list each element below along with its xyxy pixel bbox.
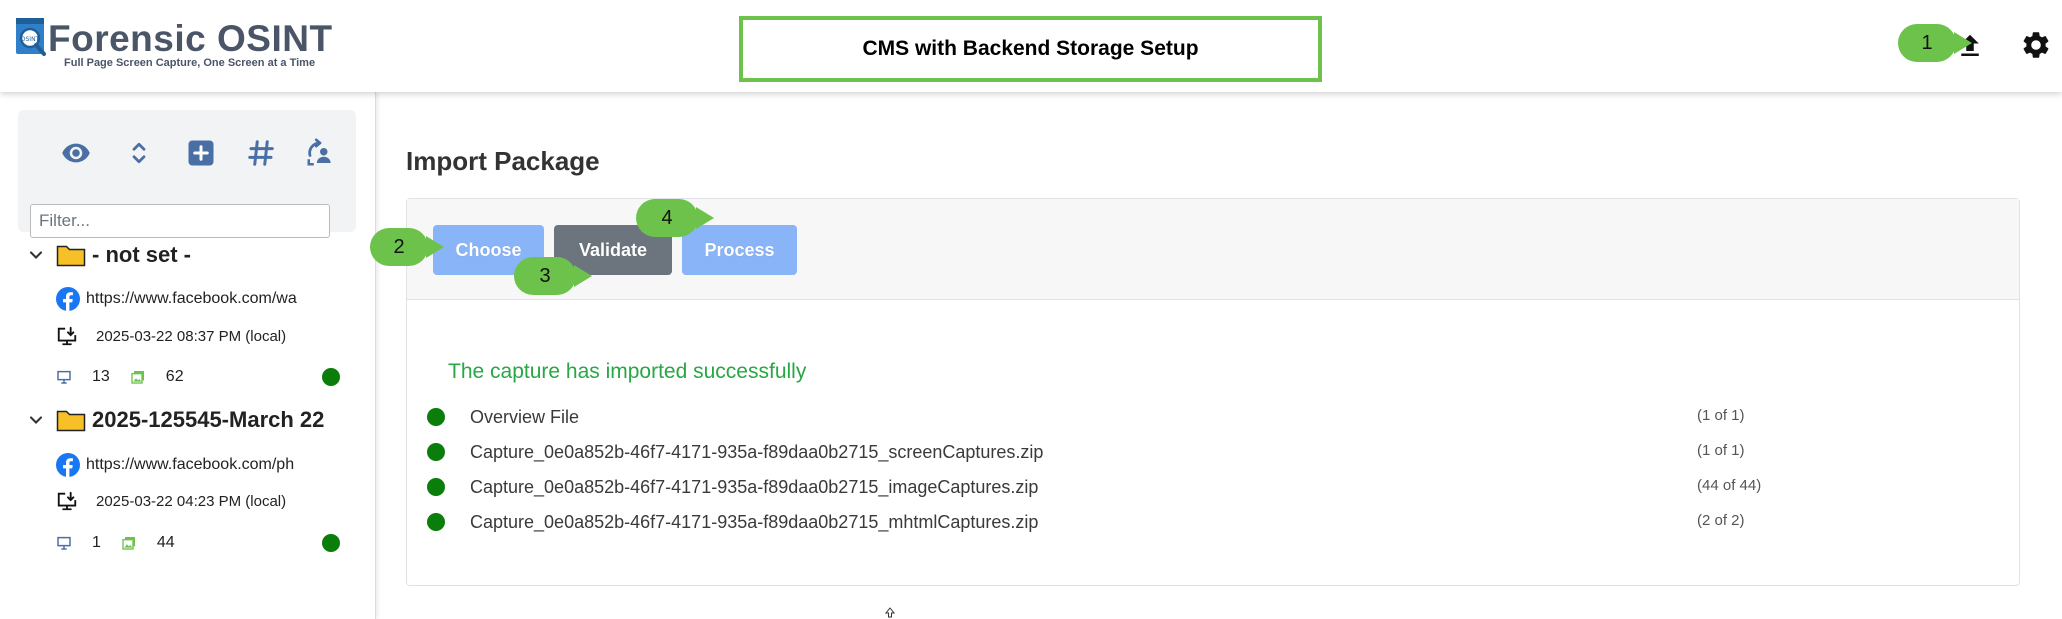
facebook-icon bbox=[56, 287, 80, 311]
images-icon bbox=[122, 537, 135, 550]
svg-text:OSINT: OSINT bbox=[21, 36, 40, 43]
status-dot bbox=[322, 368, 340, 386]
image-count: 62 bbox=[165, 368, 184, 385]
monitor-icon bbox=[57, 370, 71, 384]
expand-collapse-icon[interactable] bbox=[124, 138, 154, 168]
status-dot bbox=[322, 534, 340, 552]
capture-stats: 1 44 bbox=[56, 532, 340, 554]
screen-count: 13 bbox=[92, 368, 110, 385]
rotate-user-icon[interactable] bbox=[305, 138, 335, 168]
file-count: (1 of 1) bbox=[1697, 442, 1745, 459]
page-title: Import Package bbox=[406, 146, 600, 176]
process-button[interactable]: Process bbox=[682, 225, 797, 275]
add-square-icon[interactable] bbox=[186, 138, 216, 168]
capture-date: 2025-03-22 08:37 PM (local) bbox=[56, 324, 286, 348]
filter-input[interactable] bbox=[30, 204, 330, 238]
monitor-icon bbox=[57, 536, 71, 550]
gear-icon[interactable] bbox=[2020, 29, 2052, 61]
file-row: Capture_0e0a852b-46f7-4171-935a-f89daa0b… bbox=[427, 439, 2007, 467]
hash-icon[interactable] bbox=[246, 138, 276, 168]
chevron-down-icon[interactable] bbox=[26, 245, 46, 265]
folder-icon bbox=[56, 245, 86, 267]
logo-tagline: Full Page Screen Capture, One Screen at … bbox=[64, 57, 316, 69]
file-row: Capture_0e0a852b-46f7-4171-935a-f89daa0b… bbox=[427, 474, 2007, 502]
file-count: (44 of 44) bbox=[1697, 477, 1762, 494]
folder-row[interactable]: - not set - bbox=[26, 238, 191, 272]
eye-icon[interactable] bbox=[61, 138, 91, 168]
callout-3: 3 bbox=[514, 257, 592, 295]
folder-icon bbox=[56, 410, 86, 432]
app-header: OSINT Forensic OSINT Full Page Screen Ca… bbox=[0, 0, 2062, 92]
capture-date: 2025-03-22 04:23 PM (local) bbox=[56, 489, 286, 513]
success-message: The capture has imported successfully bbox=[448, 360, 807, 383]
callout-1: 1 bbox=[1898, 24, 1972, 62]
capture-stats: 13 62 bbox=[56, 366, 340, 388]
file-name: Capture_0e0a852b-46f7-4171-935a-f89daa0b… bbox=[470, 477, 1039, 497]
folder-name: - not set - bbox=[92, 242, 191, 267]
page-banner: CMS with Backend Storage Setup bbox=[739, 16, 1322, 82]
images-icon bbox=[131, 371, 144, 384]
status-dot bbox=[427, 408, 445, 426]
capture-url-text: https://www.facebook.com/ph bbox=[86, 456, 295, 473]
status-dot bbox=[427, 478, 445, 496]
chevron-down-icon[interactable] bbox=[26, 410, 46, 430]
file-name: Capture_0e0a852b-46f7-4171-935a-f89daa0b… bbox=[470, 442, 1044, 462]
image-count: 44 bbox=[156, 534, 175, 551]
download-to-screen-icon bbox=[57, 326, 77, 346]
app-logo[interactable]: OSINT Forensic OSINT Full Page Screen Ca… bbox=[14, 14, 332, 74]
logo-title: Forensic OSINT bbox=[48, 18, 333, 59]
file-name: Capture_0e0a852b-46f7-4171-935a-f89daa0b… bbox=[470, 512, 1039, 532]
folder-name: 2025-125545-March 22 bbox=[92, 407, 325, 432]
callout-4: 4 bbox=[636, 199, 714, 237]
download-to-screen-icon bbox=[57, 491, 77, 511]
status-dot bbox=[427, 443, 445, 461]
status-dot bbox=[427, 513, 445, 531]
capture-url[interactable]: https://www.facebook.com/ph bbox=[56, 452, 308, 478]
sidebar-toolbar bbox=[18, 110, 356, 238]
logo-magnifier-icon: OSINT bbox=[16, 18, 46, 56]
file-row: Capture_0e0a852b-46f7-4171-935a-f89daa0b… bbox=[427, 509, 2007, 537]
callout-2: 2 bbox=[370, 228, 444, 266]
capture-url[interactable]: https://www.facebook.com/wa bbox=[56, 286, 308, 312]
mouse-cursor-icon bbox=[884, 607, 896, 618]
capture-date-text: 2025-03-22 08:37 PM (local) bbox=[96, 327, 287, 345]
folder-row[interactable]: 2025-125545-March 22 bbox=[26, 403, 324, 437]
capture-url-text: https://www.facebook.com/wa bbox=[86, 290, 297, 307]
facebook-icon bbox=[56, 453, 80, 477]
screen-count: 1 bbox=[92, 534, 101, 551]
file-count: (2 of 2) bbox=[1697, 512, 1745, 529]
import-card: Choose Validate Process The capture has … bbox=[406, 198, 2020, 586]
sidebar: - not set - https://www.facebook.com/wa … bbox=[0, 92, 376, 619]
capture-date-text: 2025-03-22 04:23 PM (local) bbox=[96, 492, 287, 510]
file-name: Overview File bbox=[470, 407, 580, 427]
file-row: Overview File (1 of 1) bbox=[427, 404, 2007, 432]
file-count: (1 of 1) bbox=[1697, 407, 1745, 424]
